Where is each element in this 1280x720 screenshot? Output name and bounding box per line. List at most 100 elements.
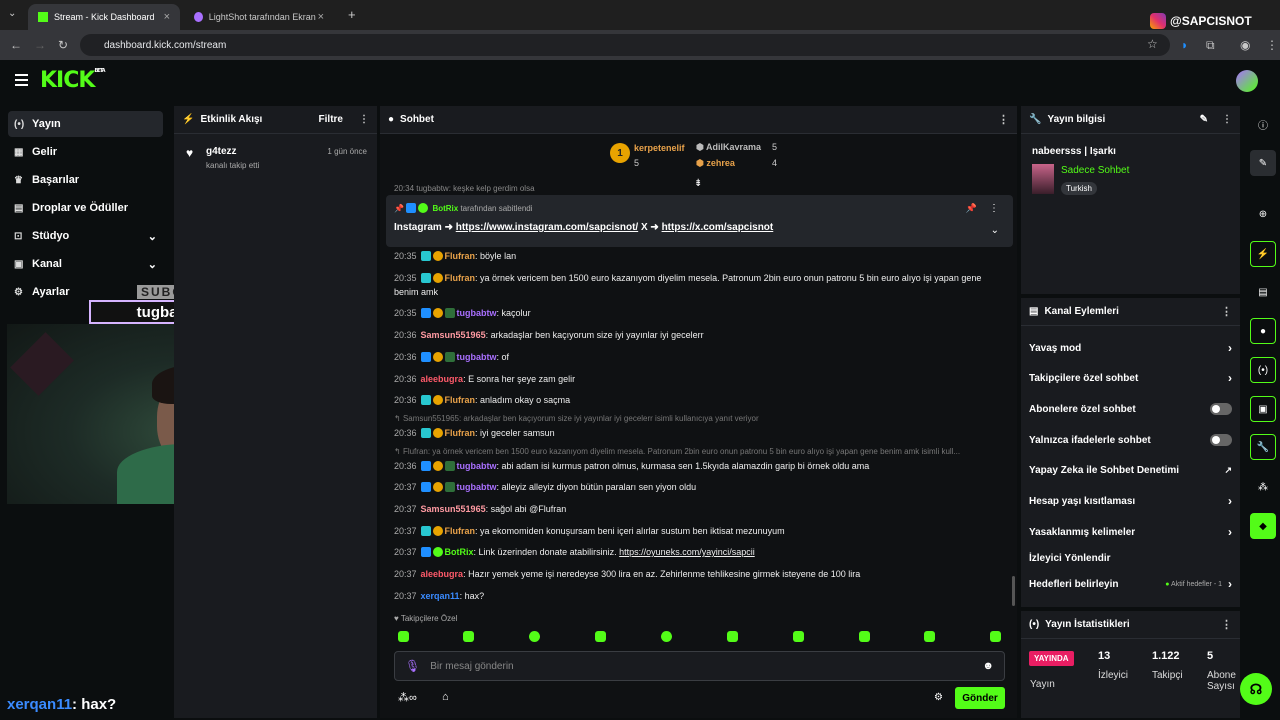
tab-list-icon[interactable]: ⌄ bbox=[8, 8, 16, 19]
emote-icon[interactable] bbox=[727, 631, 738, 642]
forward-icon[interactable]: → bbox=[34, 38, 46, 52]
hamburger-menu-icon[interactable] bbox=[15, 74, 28, 86]
store-icon[interactable]: ⌂ bbox=[442, 691, 449, 703]
extensions-puzzle-icon[interactable]: ⧉ bbox=[1206, 38, 1215, 53]
sidebar-item-basarilar[interactable]: ♛ Başarılar bbox=[8, 167, 163, 193]
infinity-icon[interactable]: ⁂∞ bbox=[398, 691, 417, 704]
action-ai-moderation[interactable]: Yapay Zeka ile Sohbet Denetimi ↗ bbox=[1029, 457, 1232, 483]
chat-input[interactable]: 🎙 Bir mesaj gönderin ☻ bbox=[394, 651, 1005, 681]
chat-message[interactable]: 20:36 Samsun551965: arkadaşlar ben kaçıyo… bbox=[394, 328, 1003, 342]
subs-only-toggle[interactable] bbox=[1210, 403, 1232, 415]
emote-icon[interactable] bbox=[859, 631, 870, 642]
broadcast-icon[interactable]: (•) bbox=[1250, 357, 1276, 383]
chat-message[interactable]: 20:36 tugbabtw: of bbox=[394, 350, 1003, 364]
more-options-icon[interactable]: ⋮ bbox=[998, 113, 1009, 126]
reload-icon[interactable]: ↻ bbox=[58, 38, 68, 52]
extension-icon[interactable]: ◗ bbox=[1181, 38, 1188, 52]
emote-icon[interactable] bbox=[990, 631, 1001, 642]
filter-button[interactable]: Filtre bbox=[319, 114, 343, 125]
bot-icon[interactable]: ◆ bbox=[1250, 513, 1276, 539]
chat-message[interactable]: 20:35 Flufran: böyle lan bbox=[394, 249, 1003, 263]
unpin-icon[interactable]: 📌 bbox=[966, 203, 977, 214]
chat-bubble-icon[interactable]: ● bbox=[1250, 318, 1276, 344]
action-account-age[interactable]: Hesap yaşı kısıtlaması › bbox=[1029, 488, 1232, 514]
close-tab-icon[interactable]: × bbox=[164, 11, 170, 23]
action-slow-mode[interactable]: Yavaş mod › bbox=[1029, 335, 1232, 361]
microphone-icon[interactable]: 🎙 bbox=[405, 659, 420, 673]
followers-only-label: ♥ Takipçilere Özel bbox=[394, 614, 458, 623]
category-link[interactable]: Sadece Sohbet bbox=[1061, 165, 1129, 176]
channel-actions-icon[interactable]: ▣ bbox=[1250, 396, 1276, 422]
more-options-icon[interactable]: ⋮ bbox=[989, 203, 999, 214]
share-icon[interactable]: ⁂ bbox=[1250, 474, 1276, 500]
instagram-link[interactable]: https://www.instagram.com/sapcisnot/ bbox=[456, 222, 638, 233]
emotes-only-toggle[interactable] bbox=[1210, 434, 1232, 446]
sidebar-item-droplar[interactable]: ▤ Droplar ve Ödüller bbox=[8, 195, 163, 221]
chat-message[interactable]: 20:37 tugbabtw: alleyiz alleyiz diyon büt… bbox=[394, 480, 1003, 494]
crosshair-icon[interactable]: ⊕ bbox=[1250, 201, 1276, 227]
document-icon[interactable]: ▤ bbox=[1250, 279, 1276, 305]
action-goals[interactable]: Hedefleri belirleyin ● Aktif hedefler - 1… bbox=[1029, 571, 1232, 597]
leaderboard-name[interactable]: ⬢ AdilKavrama bbox=[696, 142, 761, 153]
edit-pencil-icon[interactable]: ✎ bbox=[1250, 150, 1276, 176]
emote-icon[interactable] bbox=[661, 631, 672, 642]
chat-message[interactable]: 20:37 Flufran: ya ekomomiden konuşursam b… bbox=[394, 524, 1003, 538]
profile-icon[interactable]: ◉ bbox=[1240, 38, 1250, 52]
info-icon[interactable]: ⓘ bbox=[1250, 111, 1276, 137]
support-chat-icon[interactable]: ☊ bbox=[1240, 673, 1272, 705]
emote-icon[interactable] bbox=[793, 631, 804, 642]
action-banned-words[interactable]: Yasaklanmış kelimeler › bbox=[1029, 519, 1232, 545]
new-tab-icon[interactable]: + bbox=[348, 7, 356, 22]
send-button[interactable]: Gönder bbox=[955, 687, 1005, 709]
more-options-icon[interactable]: ⋮ bbox=[1222, 114, 1232, 125]
edit-pencil-icon[interactable]: ✎ bbox=[1200, 114, 1208, 125]
donate-link[interactable]: https://oyuneks.com/yayinci/sapcii bbox=[619, 547, 755, 557]
close-tab-icon[interactable]: × bbox=[318, 11, 324, 23]
x-link[interactable]: https://x.com/sapcisnot bbox=[662, 222, 774, 233]
chat-message[interactable]: 20:36 Flufran: iyi geceler samsun bbox=[394, 426, 1003, 440]
chat-message[interactable]: 20:35 Flufran: ya örnek vericem ben 1500 … bbox=[394, 271, 1003, 299]
bookmark-star-icon[interactable]: ☆ bbox=[1147, 37, 1158, 51]
back-icon[interactable]: ← bbox=[10, 38, 22, 52]
sidebar-item-yayin[interactable]: (•) Yayın bbox=[8, 111, 163, 137]
sidebar-item-kanal[interactable]: ▣ Kanal ⌄ bbox=[8, 251, 163, 277]
browser-menu-icon[interactable]: ⋮ bbox=[1266, 38, 1278, 52]
chat-scrollbar[interactable] bbox=[1012, 576, 1015, 606]
category-thumbnail[interactable] bbox=[1032, 164, 1054, 194]
emoji-icon[interactable]: ☻ bbox=[982, 660, 994, 672]
sidebar-item-gelir[interactable]: ▦ Gelir bbox=[8, 139, 163, 165]
lightning-icon[interactable]: ⚡ bbox=[1250, 241, 1276, 267]
more-options-icon[interactable]: ⋮ bbox=[1221, 618, 1232, 631]
browser-tab-kick[interactable]: Stream - Kick Dashboard × bbox=[28, 4, 180, 30]
wrench-icon[interactable]: 🔧 bbox=[1250, 434, 1276, 460]
chat-message[interactable]: 20:37 aleebugra: Hazır yemek yeme işi ner… bbox=[394, 567, 1003, 581]
chat-message[interactable]: 20:37 Samsun551965: sağol abi @Flufran bbox=[394, 502, 1003, 516]
chat-message[interactable]: 20:36 tugbabtw: abi adam isi kurmus patro… bbox=[394, 459, 1003, 473]
kick-logo[interactable]: KICKBETA bbox=[40, 68, 106, 93]
address-bar[interactable]: dashboard.kick.com/stream bbox=[80, 34, 1170, 56]
sidebar-item-studyo[interactable]: ⊡ Stüdyo ⌄ bbox=[8, 223, 163, 249]
emote-icon[interactable] bbox=[398, 631, 409, 642]
expand-icon[interactable]: ⌄ bbox=[991, 225, 999, 236]
action-subscribers-only[interactable]: Abonelere özel sohbet bbox=[1029, 396, 1232, 422]
event-user[interactable]: g4tezz bbox=[206, 146, 237, 157]
emote-icon[interactable] bbox=[595, 631, 606, 642]
more-options-icon[interactable]: ⋮ bbox=[359, 114, 369, 125]
chat-message[interactable]: 20:36 Flufran: anladım okay o saçma bbox=[394, 393, 1003, 407]
chat-message[interactable]: 20:37 xerqan11: hax? bbox=[394, 589, 1003, 603]
emote-icon[interactable] bbox=[924, 631, 935, 642]
action-emotes-only[interactable]: Yalnızca ifadelerle sohbet bbox=[1029, 427, 1232, 453]
leaderboard-name[interactable]: kerpetenelif bbox=[634, 143, 685, 153]
more-options-icon[interactable]: ⋮ bbox=[1221, 305, 1232, 318]
user-avatar[interactable] bbox=[1236, 70, 1258, 92]
action-followers-only[interactable]: Takipçilere özel sohbet › bbox=[1029, 365, 1232, 391]
emote-icon[interactable] bbox=[463, 631, 474, 642]
chat-message[interactable]: 20:35 tugbabtw: kaçolur bbox=[394, 306, 1003, 320]
action-raid[interactable]: İzleyici Yönlendir bbox=[1029, 545, 1232, 571]
leaderboard-name[interactable]: ⬢ zehrea bbox=[696, 158, 735, 169]
browser-tab-lightshot[interactable]: LightShot tarafından Ekran Gör × bbox=[184, 4, 334, 30]
emote-icon[interactable] bbox=[529, 631, 540, 642]
chat-message[interactable]: 20:36 aleebugra: E sonra her şeye zam gel… bbox=[394, 372, 1003, 386]
chat-message[interactable]: 20:37 BotRix: Link üzerinden donate atabi… bbox=[394, 545, 1003, 559]
chat-settings-gear-icon[interactable]: ⚙ bbox=[934, 692, 943, 703]
